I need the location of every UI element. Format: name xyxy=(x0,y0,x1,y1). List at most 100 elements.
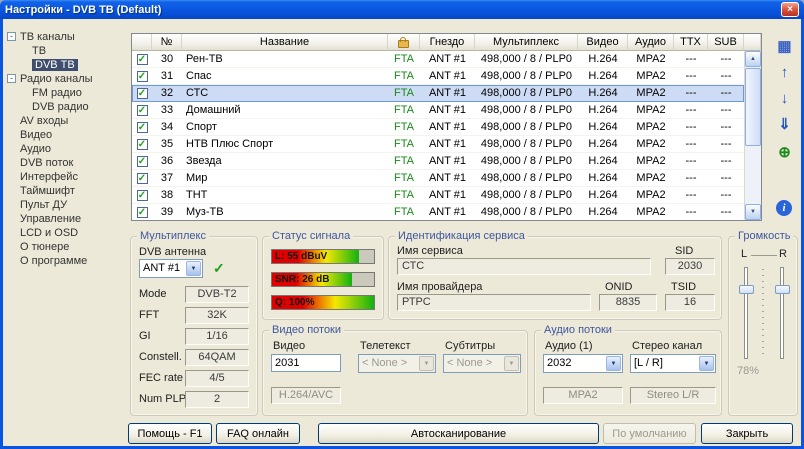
multiplex-params: ModeDVB-T2FFT32KGI1/16Constell.64QAMFEC … xyxy=(131,237,257,415)
volume-thumb-right[interactable] xyxy=(775,285,790,294)
channel-checkbox[interactable]: ✓ xyxy=(132,173,152,184)
signal-bars: L: 55 dBuVSNR: 26 dBQ: 100% xyxy=(263,237,383,319)
sidebar-item-2[interactable]: DVB ТВ xyxy=(7,58,125,72)
checkbox-checked-icon: ✓ xyxy=(137,71,148,82)
volume-thumb-left[interactable] xyxy=(739,285,754,294)
channel-row-38[interactable]: ✓38ТНТFTAANT #1498,000 / 8 / PLP0H.264MP… xyxy=(132,187,744,204)
sidebar-item-3[interactable]: -Радио каналы xyxy=(7,72,125,86)
sidebar-item-10[interactable]: Интерфейс xyxy=(7,170,125,184)
channel-video-codec: H.264 xyxy=(578,104,628,116)
channel-table: №Название ГнездоМультиплексВидеоАудиоTTXS… xyxy=(131,33,762,221)
autoscan-button[interactable]: Автосканирование xyxy=(318,423,599,444)
column-header-filler xyxy=(744,34,761,51)
signal-bar-label: SNR: 26 dB xyxy=(275,274,329,285)
video-pid-input[interactable] xyxy=(271,354,341,372)
sidebar-item-6[interactable]: AV входы xyxy=(7,114,125,128)
scroll-down-icon[interactable]: ▼ xyxy=(745,204,761,220)
channel-row-34[interactable]: ✓34СпортFTAANT #1498,000 / 8 / PLP0H.264… xyxy=(132,119,744,136)
channel-checkbox[interactable]: ✓ xyxy=(132,122,152,133)
tree-expander-icon[interactable]: - xyxy=(7,74,16,83)
channel-checkbox[interactable]: ✓ xyxy=(132,207,152,218)
audio-pid-select[interactable]: 2032 ▼ xyxy=(543,354,623,373)
channel-video-codec: H.264 xyxy=(578,121,628,133)
channel-num: 34 xyxy=(152,121,182,133)
move-to-bottom-icon[interactable]: ⇓ xyxy=(771,112,798,136)
column-header-5[interactable]: Мультиплекс xyxy=(475,34,578,51)
scroll-thumb[interactable] xyxy=(745,68,761,146)
channel-row-33[interactable]: ✓33ДомашнийFTAANT #1498,000 / 8 / PLP0H.… xyxy=(132,102,744,119)
move-up-icon[interactable]: ↑ xyxy=(771,60,798,84)
chevron-down-icon[interactable]: ▼ xyxy=(606,356,621,371)
checkbox-checked-icon: ✓ xyxy=(137,88,148,99)
channel-row-30[interactable]: ✓30Рен-ТВFTAANT #1498,000 / 8 / PLP0H.26… xyxy=(132,51,744,68)
sidebar-item-9[interactable]: DVB поток xyxy=(7,156,125,170)
web-icon[interactable]: ⊕ xyxy=(771,140,798,164)
close-button[interactable]: × xyxy=(781,2,799,17)
channel-checkbox[interactable]: ✓ xyxy=(132,190,152,201)
channel-checkbox[interactable]: ✓ xyxy=(132,71,152,82)
sidebar-item-12[interactable]: Пульт ДУ xyxy=(7,198,125,212)
column-header-9[interactable]: SUB xyxy=(708,34,744,51)
column-header-0[interactable] xyxy=(132,34,152,51)
column-header-7[interactable]: Аудио xyxy=(628,34,674,51)
column-header-2[interactable]: Название xyxy=(182,34,388,51)
channel-row-35[interactable]: ✓35НТВ Плюс СпортFTAANT #1498,000 / 8 / … xyxy=(132,136,744,153)
stereo-channel-select[interactable]: [L / R] ▼ xyxy=(630,354,716,373)
chevron-down-icon[interactable]: ▼ xyxy=(699,356,714,371)
mux-param-value-1: 32K xyxy=(185,307,249,324)
sidebar-item-4[interactable]: FM радио xyxy=(7,86,125,100)
volume-slider-right[interactable] xyxy=(780,267,784,359)
column-header-4[interactable]: Гнездо xyxy=(420,34,475,51)
sidebar-item-8[interactable]: Аудио xyxy=(7,142,125,156)
sidebar-item-13[interactable]: Управление xyxy=(7,212,125,226)
stereo-channel-value: [L / R] xyxy=(634,357,699,369)
channel-name: НТВ Плюс Спорт xyxy=(182,138,388,150)
sidebar-item-16[interactable]: О программе xyxy=(7,254,125,268)
channel-ttx: --- xyxy=(674,138,708,150)
mux-param-label-5: Num PLP xyxy=(139,393,186,405)
move-down-icon[interactable]: ↓ xyxy=(771,86,798,110)
channel-row-36[interactable]: ✓36ЗвездаFTAANT #1498,000 / 8 / PLP0H.26… xyxy=(132,153,744,170)
sidebar-item-11[interactable]: Таймшифт xyxy=(7,184,125,198)
faq-button[interactable]: FAQ онлайн xyxy=(216,423,300,444)
channel-checkbox[interactable]: ✓ xyxy=(132,105,152,116)
info-icon[interactable]: i xyxy=(776,200,792,216)
channel-row-37[interactable]: ✓37МирFTAANT #1498,000 / 8 / PLP0H.264MP… xyxy=(132,170,744,187)
sidebar-item-7[interactable]: Видео xyxy=(7,128,125,142)
tree-expander-icon[interactable]: - xyxy=(7,32,16,41)
column-header-8[interactable]: TTX xyxy=(674,34,708,51)
help-button[interactable]: Помощь - F1 xyxy=(128,423,212,444)
channel-num: 37 xyxy=(152,172,182,184)
sidebar-item-1[interactable]: ТВ xyxy=(7,44,125,58)
channel-row-31[interactable]: ✓31СпасFTAANT #1498,000 / 8 / PLP0H.264M… xyxy=(132,68,744,85)
sidebar-item-15[interactable]: О тюнере xyxy=(7,240,125,254)
channel-name: Мир xyxy=(182,172,388,184)
settings-window: Настройки - DVB ТВ (Default) × -ТВ канал… xyxy=(0,0,804,449)
volume-percent: 78% xyxy=(737,365,759,377)
sidebar-item-5[interactable]: DVB радио xyxy=(7,100,125,114)
channel-sub: --- xyxy=(708,138,744,150)
channel-checkbox[interactable]: ✓ xyxy=(132,88,152,99)
channel-access: FTA xyxy=(388,138,420,150)
close-dialog-button[interactable]: Закрыть xyxy=(701,423,793,444)
titlebar[interactable]: Настройки - DVB ТВ (Default) × xyxy=(0,0,804,19)
column-header-1[interactable]: № xyxy=(152,34,182,51)
column-header-6[interactable]: Видео xyxy=(578,34,628,51)
channel-row-39[interactable]: ✓39Муз-ТВFTAANT #1498,000 / 8 / PLP0H.26… xyxy=(132,204,744,220)
sidebar-item-label: DVB ТВ xyxy=(32,59,78,71)
channel-name: ТНТ xyxy=(182,189,388,201)
channel-checkbox[interactable]: ✓ xyxy=(132,156,152,167)
sidebar-item-14[interactable]: LCD и OSD xyxy=(7,226,125,240)
column-header-3[interactable] xyxy=(388,34,420,51)
volume-slider-left[interactable] xyxy=(744,267,748,359)
channel-video-codec: H.264 xyxy=(578,70,628,82)
volume-right-label: R xyxy=(779,248,787,260)
channel-row-32[interactable]: ✓32СТСFTAANT #1498,000 / 8 / PLP0H.264MP… xyxy=(132,85,744,102)
scroll-up-icon[interactable]: ▲ xyxy=(745,51,761,67)
channel-checkbox[interactable]: ✓ xyxy=(132,139,152,150)
channel-grid-icon[interactable]: ▦ xyxy=(771,34,798,58)
sidebar-item-0[interactable]: -ТВ каналы xyxy=(7,30,125,44)
channel-checkbox[interactable]: ✓ xyxy=(132,54,152,65)
audio-codec-field: MPA2 xyxy=(543,387,623,404)
table-scrollbar[interactable]: ▲ ▼ xyxy=(744,51,761,220)
